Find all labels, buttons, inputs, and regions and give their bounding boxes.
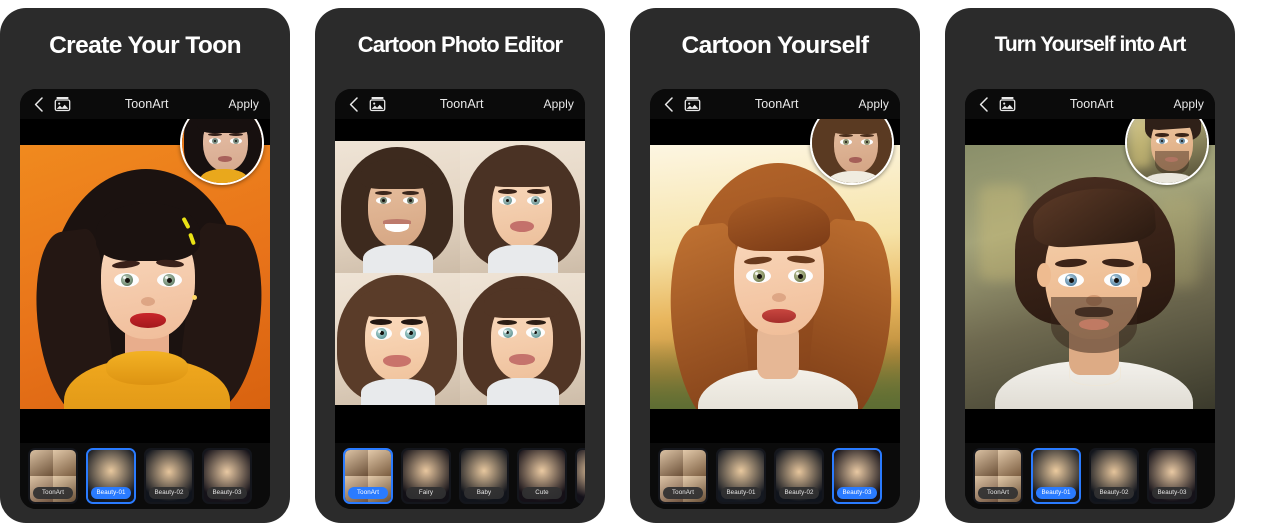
style-thumbnail[interactable]: Cute [517, 448, 567, 504]
style-thumbnail-label: ToonArt [33, 487, 73, 499]
app-top-bar: ToonArt Apply [335, 89, 585, 119]
phone-screen: ToonArt Apply [335, 89, 585, 509]
result-image[interactable] [20, 145, 270, 409]
chevron-left-icon[interactable] [346, 96, 360, 112]
style-thumbnail[interactable]: Baby [459, 448, 509, 504]
original-photo-avatar[interactable] [180, 119, 264, 185]
style-thumbnail[interactable]: Beauty-03 [202, 448, 252, 504]
promo-panel-4: Turn Yourself into Art ToonArt Apply Too… [945, 8, 1235, 523]
promo-panel-2: Cartoon Photo Editor ToonArt Apply ToonA… [315, 8, 605, 523]
style-thumbnail-strip[interactable]: ToonArt Beauty-01 Beauty-02 Beauty-03 [965, 443, 1215, 509]
style-thumbnail[interactable]: ToonArt [973, 448, 1023, 504]
result-image[interactable] [650, 145, 900, 409]
style-thumbnail-label: Beauty-02 [149, 487, 189, 499]
phone-screen: ToonArt Apply [650, 89, 900, 509]
style-thumbnail[interactable]: Beauty-01 [1031, 448, 1081, 504]
style-thumbnail[interactable]: Beauty-01 [86, 448, 136, 504]
style-thumbnail-label: Beauty-03 [837, 487, 877, 499]
promo-panel-1: Create Your Toon ToonArt Apply ToonArt B… [0, 8, 290, 523]
style-thumbnail-label: Beauty-03 [1152, 487, 1192, 499]
app-title: ToonArt [754, 97, 799, 111]
style-thumbnail-strip[interactable]: ToonArt Fairy Baby Cute [335, 443, 585, 509]
preview-area [335, 119, 585, 443]
style-thumbnail[interactable] [575, 448, 585, 504]
panel-gap [290, 0, 315, 10]
panel-headline: Cartoon Photo Editor [357, 32, 563, 57]
style-thumbnail-strip[interactable]: ToonArt Beauty-01 Beauty-02 Beauty-03 [20, 443, 270, 509]
preview-area [965, 119, 1215, 443]
style-thumbnail-strip[interactable]: ToonArt Beauty-01 Beauty-02 Beauty-03 [650, 443, 900, 509]
style-thumbnail-label: Beauty-01 [91, 487, 131, 499]
style-thumbnail-label: Beauty-01 [1036, 487, 1076, 499]
style-thumbnail-label: Fairy [406, 487, 446, 499]
phone-screen: ToonArt Apply [965, 89, 1215, 509]
app-store-screenshot-set: Create Your Toon ToonArt Apply ToonArt B… [0, 0, 1261, 531]
style-thumbnail-label: Baby [464, 487, 504, 499]
preview-area [650, 119, 900, 443]
apply-button[interactable]: Apply [1173, 97, 1204, 111]
style-thumbnail-label: ToonArt [978, 487, 1018, 499]
original-photo-avatar[interactable] [810, 119, 894, 185]
style-thumbnail-label: ToonArt [663, 487, 703, 499]
app-title: ToonArt [124, 97, 169, 111]
style-thumbnail[interactable]: Beauty-03 [1147, 448, 1197, 504]
style-thumbnail-label: Beauty-02 [779, 487, 819, 499]
app-top-bar: ToonArt Apply [650, 89, 900, 119]
style-thumbnail[interactable]: Beauty-02 [1089, 448, 1139, 504]
style-thumbnail-label: Beauty-01 [721, 487, 761, 499]
style-thumbnail[interactable]: ToonArt [343, 448, 393, 504]
style-thumbnail[interactable]: ToonArt [658, 448, 708, 504]
chevron-left-icon[interactable] [976, 96, 990, 112]
phone-screen: ToonArt Apply [20, 89, 270, 509]
original-photo-avatar[interactable] [1125, 119, 1209, 185]
apply-button[interactable]: Apply [543, 97, 574, 111]
style-thumbnail[interactable]: ToonArt [28, 448, 78, 504]
panel-headline: Cartoon Yourself [681, 32, 869, 59]
style-thumbnail[interactable]: Beauty-03 [832, 448, 882, 504]
style-thumbnail-label: Beauty-03 [207, 487, 247, 499]
apply-button[interactable]: Apply [228, 97, 259, 111]
panel-headline: Create Your Toon [49, 32, 241, 59]
style-thumbnail[interactable]: Beauty-02 [144, 448, 194, 504]
app-title: ToonArt [1069, 97, 1114, 111]
panel-gap [920, 0, 945, 10]
style-thumbnail[interactable]: Fairy [401, 448, 451, 504]
style-thumbnail-label: Beauty-02 [1094, 487, 1134, 499]
preview-area [20, 119, 270, 443]
app-title: ToonArt [439, 97, 484, 111]
apply-button[interactable]: Apply [858, 97, 889, 111]
app-top-bar: ToonArt Apply [20, 89, 270, 119]
promo-panel-3: Cartoon Yourself ToonArt Apply ToonArt B… [630, 8, 920, 523]
style-thumbnail[interactable]: Beauty-02 [774, 448, 824, 504]
style-thumbnail[interactable]: Beauty-01 [716, 448, 766, 504]
style-thumbnail-label: ToonArt [348, 487, 388, 499]
result-image-grid[interactable] [335, 141, 585, 405]
app-top-bar: ToonArt Apply [965, 89, 1215, 119]
chevron-left-icon[interactable] [661, 96, 675, 112]
result-image[interactable] [965, 145, 1215, 409]
panel-headline: Turn Yourself into Art [994, 33, 1187, 56]
chevron-left-icon[interactable] [31, 96, 45, 112]
style-thumbnail-label: Cute [522, 487, 562, 499]
panel-gap [605, 0, 630, 10]
